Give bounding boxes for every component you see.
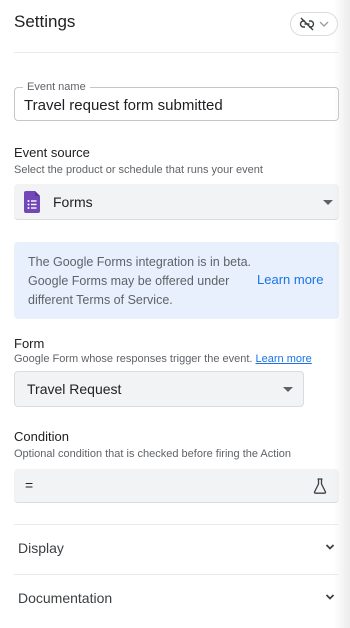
display-section-label: Display [18, 540, 64, 556]
form-description: Google Form whose responses trigger the … [14, 353, 312, 365]
event-name-label: Event name [23, 81, 90, 93]
event-name-input[interactable] [24, 94, 324, 116]
link-off-icon [299, 17, 315, 31]
flask-icon[interactable] [313, 478, 327, 494]
page-title: Settings [14, 12, 76, 31]
documentation-section-label: Documentation [18, 590, 113, 606]
chevron-down-icon [325, 594, 335, 600]
event-name-field[interactable]: Event name [14, 81, 339, 121]
dropdown-caret-icon [283, 387, 293, 392]
form-learn-more-link[interactable]: Learn more [256, 353, 312, 365]
display-section-toggle[interactable]: Display [14, 525, 338, 573]
google-forms-icon [24, 191, 40, 213]
form-description-text: Google Form whose responses trigger the … [14, 353, 253, 365]
form-title: Form [14, 336, 45, 351]
documentation-section-toggle[interactable]: Documentation [14, 575, 338, 623]
event-source-description: Select the product or schedule that runs… [14, 164, 263, 176]
settings-header: Settings [0, 0, 350, 52]
beta-learn-more-link[interactable]: Learn more [257, 272, 323, 287]
chevron-down-icon [325, 544, 335, 550]
link-toggle-button[interactable] [290, 12, 338, 36]
event-source-select[interactable]: Forms [14, 184, 339, 220]
condition-input[interactable]: = [14, 469, 339, 503]
condition-description: Optional condition that is checked befor… [14, 448, 292, 460]
dropdown-caret-icon [323, 200, 333, 205]
beta-info-text: The Google Forms integration is in beta.… [28, 255, 252, 307]
form-select-value: Travel Request [27, 381, 122, 397]
condition-operator: = [25, 477, 34, 493]
header-divider [14, 52, 338, 53]
beta-info-banner: The Google Forms integration is in beta.… [14, 242, 339, 319]
chevron-down-icon [319, 21, 329, 27]
form-select[interactable]: Travel Request [14, 371, 304, 407]
event-source-value: Forms [53, 194, 93, 210]
condition-title: Condition [14, 429, 69, 444]
event-source-title: Event source [14, 145, 90, 160]
